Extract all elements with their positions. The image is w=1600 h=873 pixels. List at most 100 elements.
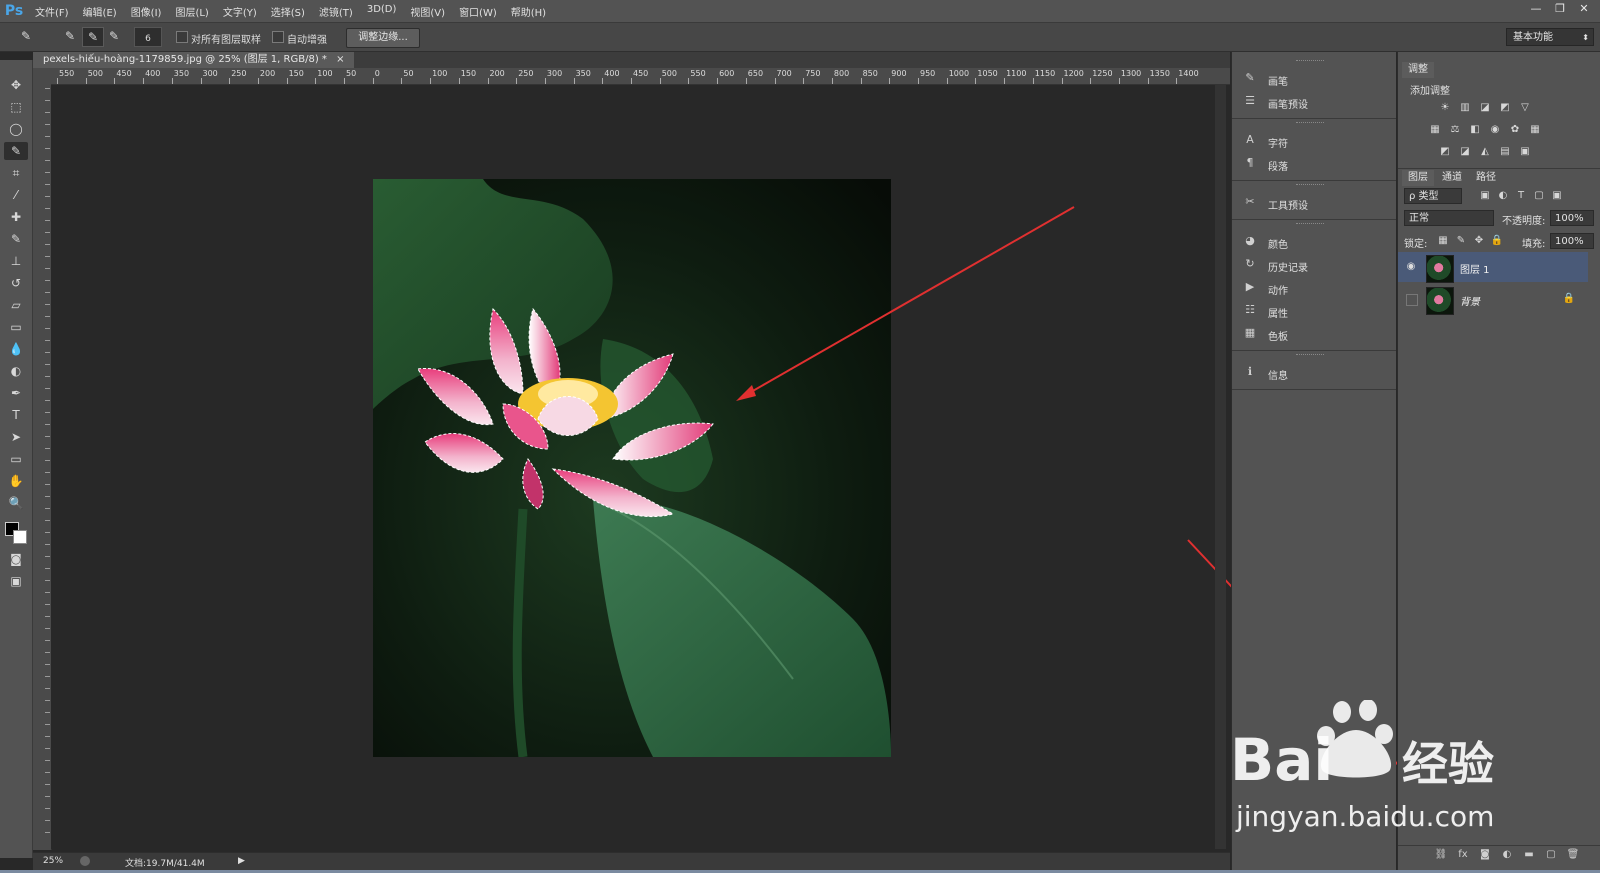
layers-panel-tab[interactable]: 路径 xyxy=(1470,170,1502,186)
watermark-brand: Bai xyxy=(1230,726,1333,794)
panel-group-grip[interactable] xyxy=(1296,223,1324,227)
collapsed-panel-label: 色板 xyxy=(1268,332,1288,343)
collapsed-panel-item[interactable]: ▶ 动作 xyxy=(1238,277,1388,297)
collapsed-panel-label: 字符 xyxy=(1268,139,1288,150)
collapsed-panel-label: 动作 xyxy=(1268,286,1288,297)
collapsed-panel-label: 画笔预设 xyxy=(1268,100,1308,111)
color-lookup-icon[interactable]: ▦ xyxy=(1528,124,1542,136)
collapsed-panel-label: 信息 xyxy=(1268,371,1288,382)
new-layer-icon[interactable]: ▢ xyxy=(1544,849,1558,861)
collapsed-panel-item[interactable]: ℹ 信息 xyxy=(1238,362,1388,382)
layer-name[interactable]: 图层 1 xyxy=(1460,261,1490,276)
vertical-scrollbar[interactable] xyxy=(1215,85,1226,849)
layer-row[interactable]: 背景 🔒 xyxy=(1398,284,1588,315)
threshold-icon[interactable]: ◭ xyxy=(1478,146,1492,158)
exposure-icon[interactable]: ◩ xyxy=(1498,102,1512,114)
collapsed-panel-item[interactable]: ↻ 历史记录 xyxy=(1238,254,1388,274)
layer-thumbnail[interactable] xyxy=(1426,255,1454,283)
filter-type-icon[interactable]: T xyxy=(1514,190,1528,202)
fill-label: 填充: xyxy=(1522,239,1546,250)
collapsed-panel-label: 历史记录 xyxy=(1268,263,1308,274)
lock-pixels-icon[interactable]: ✎ xyxy=(1454,235,1468,247)
color-balance-icon[interactable]: ⚖ xyxy=(1448,124,1462,136)
watermark-url: jingyan.baidu.com xyxy=(1236,800,1495,833)
collapsed-panel-label: 属性 xyxy=(1268,309,1288,320)
zoom-level[interactable]: 25% xyxy=(43,856,63,866)
layer-list: ◉ 图层 1 背景 🔒 xyxy=(1398,252,1600,322)
actions-icon: ▶ xyxy=(1245,280,1255,293)
selective-color-icon[interactable]: ▣ xyxy=(1518,146,1532,158)
layer-style-fx-icon[interactable]: fx xyxy=(1456,849,1470,861)
tab-adjustments[interactable]: 调整 xyxy=(1402,62,1434,78)
collapsed-panel-item[interactable]: ☰ 画笔预设 xyxy=(1238,91,1388,111)
vibrance-icon[interactable]: ▽ xyxy=(1518,102,1532,114)
panel-group-grip[interactable] xyxy=(1296,122,1324,126)
curves-icon[interactable]: ◪ xyxy=(1478,102,1492,114)
layers-panel-tab[interactable]: 图层 xyxy=(1402,170,1434,186)
arrow-to-selection xyxy=(743,206,1075,397)
brightness-contrast-icon[interactable]: ☀ xyxy=(1438,102,1452,114)
hue-saturation-icon[interactable]: ▦ xyxy=(1428,124,1442,136)
collapsed-panel-item[interactable]: ◕ 颜色 xyxy=(1238,231,1388,251)
adjustments-title: 添加调整 xyxy=(1410,86,1450,97)
panel-separator xyxy=(1232,389,1396,390)
posterize-icon[interactable]: ◪ xyxy=(1458,146,1472,158)
panel-separator xyxy=(1232,180,1396,181)
blend-mode-select[interactable]: 正常 xyxy=(1404,210,1494,226)
panel-group-grip[interactable] xyxy=(1296,184,1324,188)
link-layers-icon[interactable]: ⛓ xyxy=(1434,849,1448,861)
photo-filter-icon[interactable]: ◉ xyxy=(1488,124,1502,136)
collapsed-panel-item[interactable]: ¶ 段落 xyxy=(1238,153,1388,173)
fill-input[interactable]: 100% xyxy=(1550,233,1594,249)
new-group-folder-icon[interactable]: ▬ xyxy=(1522,849,1536,861)
collapsed-panel-label: 段落 xyxy=(1268,162,1288,173)
new-adjustment-layer-icon[interactable]: ◐ xyxy=(1500,849,1514,861)
lock-all-icon[interactable]: 🔒 xyxy=(1490,235,1504,247)
lock-position-icon[interactable]: ✥ xyxy=(1472,235,1486,247)
panel-group-grip[interactable] xyxy=(1296,60,1324,64)
filter-smart-object-icon[interactable]: ▣ xyxy=(1550,190,1564,202)
levels-icon[interactable]: ▥ xyxy=(1458,102,1472,114)
opacity-input[interactable]: 100% xyxy=(1550,210,1594,226)
layer-row[interactable]: ◉ 图层 1 xyxy=(1398,252,1588,283)
collapsed-panel-item[interactable]: A 字符 xyxy=(1238,130,1388,150)
document-size: 文档:19.7M/41.4M xyxy=(125,859,205,869)
info-icon: ℹ xyxy=(1247,365,1253,378)
brush-icon: ✎ xyxy=(1245,71,1255,84)
visibility-eye-icon[interactable]: ◉ xyxy=(1404,260,1418,274)
invert-icon[interactable]: ◩ xyxy=(1438,146,1452,158)
collapsed-panel-item[interactable]: ✂ 工具预设 xyxy=(1238,192,1388,212)
black-white-icon[interactable]: ◧ xyxy=(1468,124,1482,136)
filter-pixel-icon[interactable]: ▣ xyxy=(1478,190,1492,202)
layers-panel-tab[interactable]: 通道 xyxy=(1436,170,1468,186)
add-layer-mask-icon[interactable]: ◙ xyxy=(1478,849,1492,861)
layer-filter-select[interactable]: ρ 类型 xyxy=(1404,188,1462,204)
filter-adjustment-icon[interactable]: ◐ xyxy=(1496,190,1510,202)
collapsed-panel-label: 工具预设 xyxy=(1268,201,1308,212)
layer-name[interactable]: 背景 xyxy=(1460,293,1480,308)
panel-group-grip[interactable] xyxy=(1296,354,1324,358)
gradient-map-icon[interactable]: ▤ xyxy=(1498,146,1512,158)
collapsed-panel-item[interactable]: ▦ 色板 xyxy=(1238,323,1388,343)
history-icon: ↻ xyxy=(1245,257,1255,270)
properties-icon: ☷ xyxy=(1245,303,1255,316)
status-info-icon[interactable] xyxy=(80,856,90,866)
color-icon: ◕ xyxy=(1245,234,1255,247)
opacity-label: 不透明度: xyxy=(1502,216,1546,227)
tool-presets-icon: ✂ xyxy=(1245,195,1255,208)
layer-thumbnail[interactable] xyxy=(1426,287,1454,315)
panel-divider xyxy=(1398,168,1600,169)
status-menu-arrow-icon[interactable]: ▶ xyxy=(238,856,245,866)
panel-separator xyxy=(1232,118,1396,119)
lock-label: 锁定: xyxy=(1404,239,1428,250)
collapsed-panel-item[interactable]: ✎ 画笔 xyxy=(1238,68,1388,88)
arrow-head-selection-icon xyxy=(736,385,756,401)
filter-shape-icon[interactable]: ▢ xyxy=(1532,190,1546,202)
collapsed-panel-item[interactable]: ☷ 属性 xyxy=(1238,300,1388,320)
visibility-eye-icon[interactable] xyxy=(1406,294,1418,306)
status-bar: 25% 文档:19.7M/41.4M ▶ xyxy=(33,852,1230,871)
layer-lock-icon: 🔒 xyxy=(1562,293,1576,304)
lock-transparent-icon[interactable]: ▦ xyxy=(1436,235,1450,247)
delete-layer-trash-icon[interactable]: 🗑 xyxy=(1566,849,1580,861)
channel-mixer-icon[interactable]: ✿ xyxy=(1508,124,1522,136)
